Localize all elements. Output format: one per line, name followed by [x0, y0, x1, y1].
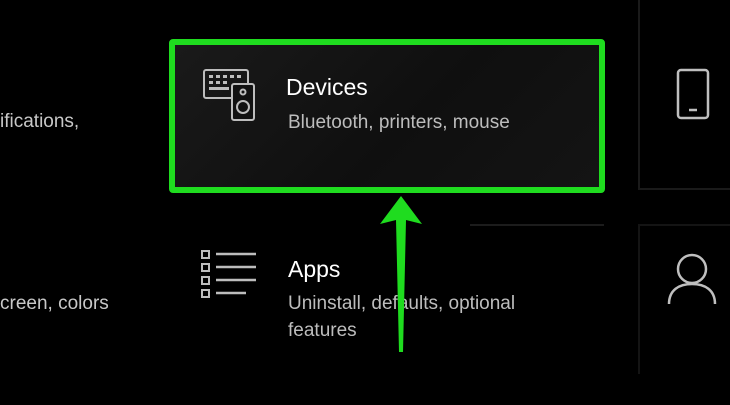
- keyboard-speaker-icon: [203, 69, 255, 121]
- person-icon: [667, 253, 717, 305]
- devices-description: Bluetooth, printers, mouse: [288, 112, 510, 133]
- system-tile-description[interactable]: ifications,: [0, 111, 79, 133]
- personalization-tile-description[interactable]: creen, colors: [0, 293, 109, 315]
- devices-tile[interactable]: Devices Bluetooth, printers, mouse: [174, 44, 600, 188]
- tile-divider: [470, 224, 604, 226]
- phone-icon: [676, 68, 710, 120]
- apps-title: Apps: [288, 256, 341, 282]
- devices-title: Devices: [286, 74, 368, 100]
- phone-tile[interactable]: [638, 0, 730, 190]
- list-icon: [201, 250, 256, 298]
- green-arrow-icon: [380, 196, 422, 352]
- accounts-tile[interactable]: [638, 224, 730, 374]
